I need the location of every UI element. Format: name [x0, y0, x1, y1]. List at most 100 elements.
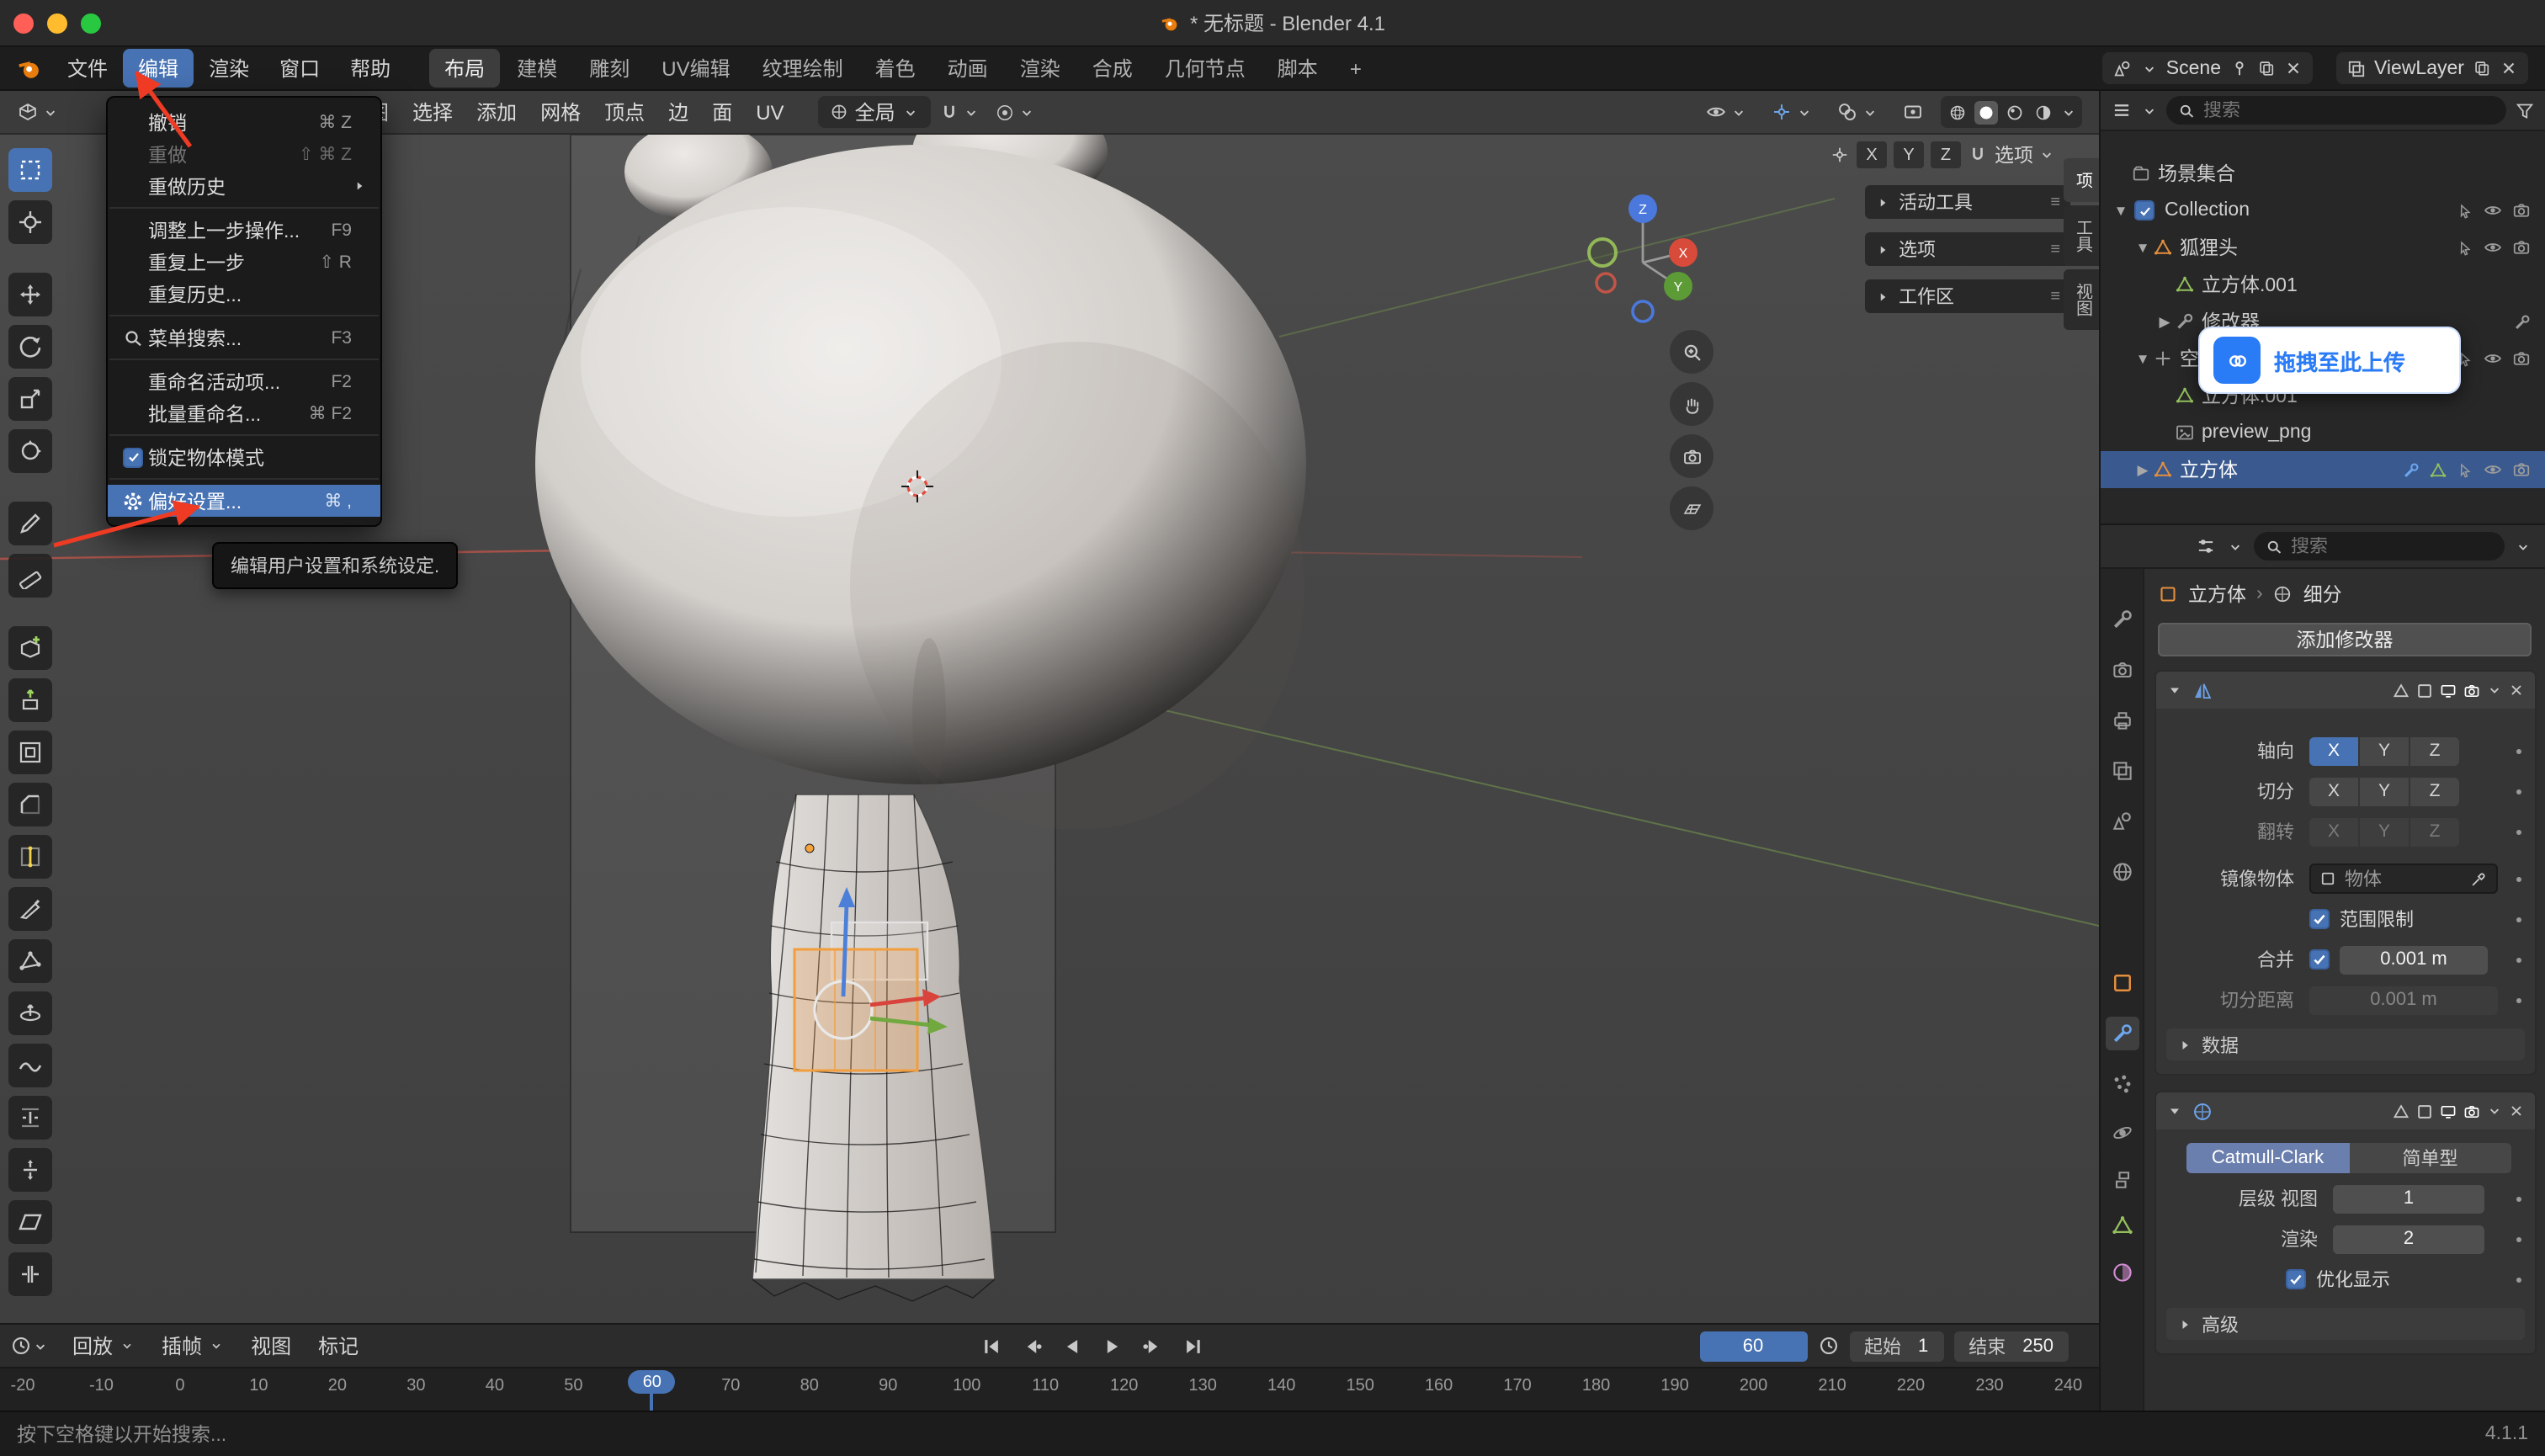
tool-rip-region[interactable]: [8, 1252, 52, 1296]
tool-transform[interactable]: [8, 429, 52, 473]
tool-rotate[interactable]: [8, 325, 52, 369]
drag-grip-icon[interactable]: ≡: [2050, 193, 2060, 211]
duplicate-icon[interactable]: [2256, 59, 2275, 77]
properties-search-input[interactable]: [2291, 536, 2493, 556]
edit-menu-item-6[interactable]: 重复历史...: [108, 278, 380, 310]
render-toggle-icon[interactable]: [2463, 1102, 2481, 1120]
n-panel-tab-0[interactable]: 项: [2064, 158, 2099, 202]
expand-icon[interactable]: [2166, 1103, 2183, 1119]
bisect-distance-field[interactable]: 0.001 m: [2309, 986, 2498, 1014]
viewport-menu-3[interactable]: 网格: [529, 93, 592, 131]
properties-tab-view-layer[interactable]: [2106, 754, 2139, 788]
extras-dropdown-icon[interactable]: [2486, 682, 2503, 699]
drag-grip-icon[interactable]: ≡: [2050, 240, 2060, 258]
properties-tab-render[interactable]: [2106, 653, 2139, 687]
overlay-panel-1[interactable]: 选项≡: [1865, 232, 2070, 266]
tool-extrude-region[interactable]: [8, 678, 52, 722]
levels-viewport-field[interactable]: 1: [2333, 1184, 2484, 1213]
n-panel-tab-2[interactable]: 视图: [2064, 269, 2099, 330]
playhead-marker[interactable]: 60: [629, 1370, 676, 1394]
tool-loop-cut[interactable]: [8, 835, 52, 879]
on-cage-toggle-icon[interactable]: [2392, 1102, 2410, 1120]
merge-threshold-field[interactable]: 0.001 m: [2340, 945, 2488, 974]
properties-tab-constraints[interactable]: [2106, 1163, 2139, 1197]
shading-wireframe-button[interactable]: [1946, 100, 1969, 124]
tool-edge-slide[interactable]: [8, 1096, 52, 1140]
viewport-menu-4[interactable]: 顶点: [592, 93, 656, 131]
chevron-down-icon[interactable]: [32, 1337, 49, 1354]
render-toggle-icon[interactable]: [2463, 681, 2481, 699]
realtime-toggle-icon[interactable]: [2439, 681, 2457, 699]
extras-dropdown-icon[interactable]: [2486, 1103, 2503, 1119]
workspace-tab-1[interactable]: 建模: [502, 49, 572, 88]
xray-toggle[interactable]: [1895, 96, 1931, 128]
workspace-tab-6[interactable]: 动画: [932, 49, 1003, 88]
chevron-down-icon[interactable]: [2227, 538, 2244, 555]
flip-axis-z[interactable]: Z: [2410, 817, 2459, 846]
breadcrumb-object[interactable]: 立方体: [2188, 581, 2246, 608]
subdiv-advanced-section[interactable]: 高级: [2166, 1308, 2525, 1340]
n-panel-tab-1[interactable]: 工具: [2064, 205, 2099, 266]
play-reverse-button[interactable]: [1054, 1330, 1091, 1363]
next-keyframe-button[interactable]: [1134, 1330, 1172, 1363]
bisect-axis-y[interactable]: Y: [2360, 777, 2409, 805]
merge-checkbox[interactable]: [2309, 949, 2330, 970]
shading-rendered-button[interactable]: [2032, 100, 2055, 124]
viewport-menu-5[interactable]: 边: [656, 93, 700, 131]
edit-mode-toggle-icon[interactable]: [2415, 681, 2434, 699]
workspace-tab-4[interactable]: 纹理绘制: [747, 49, 858, 88]
workspace-tab-5[interactable]: 着色: [860, 49, 931, 88]
edit-menu-item-1[interactable]: 重做⇧ ⌘ Z: [108, 138, 380, 170]
edit-mode-toggle-icon[interactable]: [2415, 1102, 2434, 1120]
snap-settings-icon[interactable]: [1968, 145, 1988, 165]
view-layer-selector[interactable]: ViewLayer: [2335, 52, 2528, 84]
timeline-menu-1[interactable]: 插帧: [148, 1331, 237, 1360]
workspace-tab-8[interactable]: 合成: [1077, 49, 1148, 88]
properties-tab-particles[interactable]: [2106, 1067, 2139, 1101]
properties-tab-scene[interactable]: [2106, 805, 2139, 838]
breadcrumb-modifier[interactable]: 细分: [2303, 581, 2342, 608]
gizmos-toggle[interactable]: [1764, 96, 1820, 128]
viewport-menu-1[interactable]: 选择: [401, 93, 465, 131]
zoom-button[interactable]: [1670, 330, 1713, 374]
outliner-row-1[interactable]: ▼Collection: [2101, 192, 2545, 229]
properties-tab-data[interactable]: [2106, 1209, 2139, 1242]
editor-type-button[interactable]: [10, 96, 66, 128]
outliner-row-8[interactable]: ▶立方体: [2101, 451, 2545, 488]
tool-add-cube[interactable]: [8, 626, 52, 670]
outliner-search-input[interactable]: [2203, 100, 2495, 120]
properties-tab-world[interactable]: [2106, 855, 2139, 889]
mirror-panel-header[interactable]: [2156, 672, 2535, 709]
timeline-editor-icon[interactable]: [10, 1335, 32, 1357]
timeline-menu-2[interactable]: 视图: [237, 1331, 305, 1360]
tool-smooth[interactable]: [8, 1044, 52, 1087]
tool-measure[interactable]: [8, 554, 52, 598]
catmull-clark-button[interactable]: Catmull-Clark: [2186, 1143, 2349, 1173]
proportional-editing-toggle[interactable]: [988, 96, 1042, 128]
outliner-row-2[interactable]: ▼狐狸头: [2101, 229, 2545, 266]
tool-bevel[interactable]: [8, 783, 52, 826]
subdiv-panel-header[interactable]: [2156, 1092, 2535, 1129]
overlays-toggle[interactable]: [1830, 96, 1885, 128]
mirror-z-toggle[interactable]: Z: [1931, 141, 1961, 168]
maximize-button[interactable]: [81, 13, 101, 33]
overlay-panel-0[interactable]: 活动工具≡: [1865, 185, 2070, 219]
bisect-axis-z[interactable]: Z: [2410, 777, 2459, 805]
flip-axis-y[interactable]: Y: [2360, 817, 2409, 846]
outliner-editor-icon[interactable]: [2111, 99, 2133, 121]
mirror-axis-x[interactable]: X: [2309, 736, 2358, 765]
bisect-axis-x[interactable]: X: [2309, 777, 2358, 805]
simple-button[interactable]: 简单型: [2349, 1143, 2511, 1173]
add-modifier-button[interactable]: 添加修改器: [2158, 623, 2532, 656]
outliner-search[interactable]: [2166, 96, 2506, 125]
realtime-toggle-icon[interactable]: [2439, 1102, 2457, 1120]
workspace-tab-9[interactable]: 几何节点: [1150, 49, 1261, 88]
flip-axis-x[interactable]: X: [2309, 817, 2358, 846]
upload-overlay-badge[interactable]: 拖拽至此上传: [2198, 327, 2461, 394]
close-icon[interactable]: [2500, 59, 2518, 77]
tool-inset-faces[interactable]: [8, 731, 52, 774]
jump-start-button[interactable]: [973, 1330, 1010, 1363]
menu-checkbox[interactable]: [123, 447, 143, 467]
mirror-axis-y[interactable]: Y: [2360, 736, 2409, 765]
app-menu-4[interactable]: 帮助: [335, 49, 406, 88]
